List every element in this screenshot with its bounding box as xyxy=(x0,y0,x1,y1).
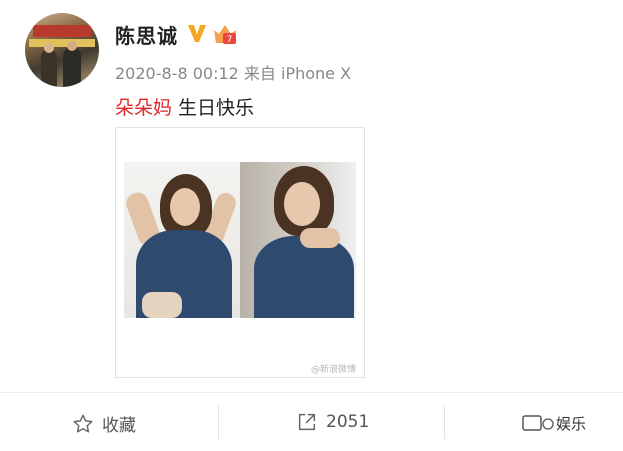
post-text: 朵朵妈 生日快乐 xyxy=(115,93,254,120)
avatar-figure xyxy=(63,47,81,87)
comment-button[interactable]: 娱乐 xyxy=(522,413,586,434)
photo-knee xyxy=(142,292,182,318)
photo-hand xyxy=(300,228,340,248)
post-body-text: 生日快乐 xyxy=(172,97,255,119)
repost-count: 2051 xyxy=(326,412,370,432)
photo-collage xyxy=(124,162,356,318)
overlay-text: 娱乐 xyxy=(556,415,587,433)
divider xyxy=(444,405,445,439)
favorite-button[interactable]: 收藏 xyxy=(72,411,136,436)
mention-link[interactable]: 朵朵妈 xyxy=(115,97,172,119)
crown-member-icon[interactable]: 7 xyxy=(211,21,239,47)
v-verified-icon[interactable] xyxy=(186,22,208,44)
username[interactable]: 陈思诚 xyxy=(115,20,178,49)
avatar-figure xyxy=(41,49,57,87)
repost-button[interactable]: 2051 xyxy=(296,411,369,433)
member-level: 7 xyxy=(227,35,233,45)
favorite-label: 收藏 xyxy=(102,416,136,436)
star-icon xyxy=(73,414,93,433)
photo-face xyxy=(170,188,200,226)
post-timestamp[interactable]: 2020-8-8 00:12 xyxy=(115,64,239,83)
post-source: 来自 iPhone X xyxy=(243,64,352,83)
image-watermark: @新浪微博 xyxy=(310,365,356,375)
share-icon xyxy=(298,413,316,431)
avatar-sign-stripe xyxy=(29,39,95,47)
photo-left xyxy=(124,162,240,318)
avatar-head xyxy=(67,41,77,51)
avatar-sign xyxy=(33,25,91,37)
avatar-head xyxy=(44,43,54,53)
photo-shirt xyxy=(254,236,354,318)
comment-icon xyxy=(522,414,554,431)
photo-right xyxy=(240,162,356,318)
post-meta: 2020-8-8 00:12 来自 iPhone X xyxy=(115,60,351,84)
avatar[interactable] xyxy=(25,13,99,87)
post-image[interactable]: @新浪微博 xyxy=(115,127,365,378)
photo-face xyxy=(284,182,320,226)
divider xyxy=(218,405,219,439)
